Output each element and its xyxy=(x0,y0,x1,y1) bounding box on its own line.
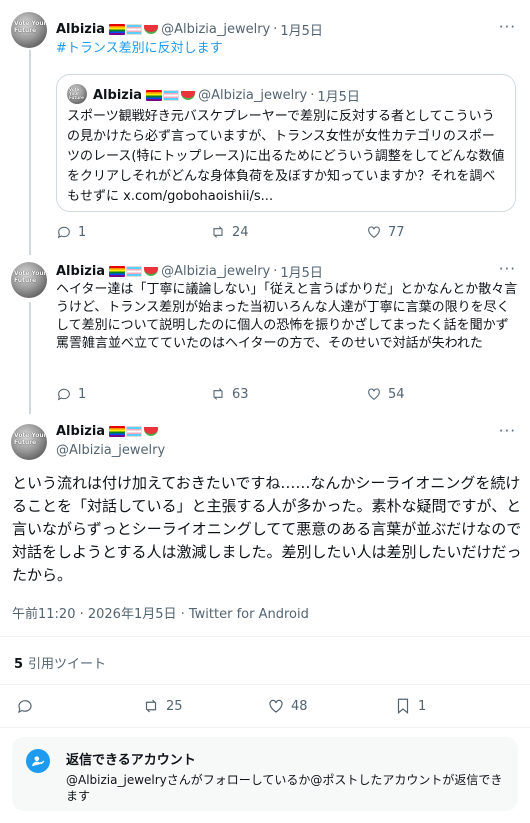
avatar: Vote Your Future xyxy=(67,84,87,104)
quoted-tweet[interactable]: Vote Your Future Albizia @Albizia_jewelr… xyxy=(56,74,516,212)
tweet-text: ヘイター達は「丁寧に議論しない」「従えと言うばかりだ」とかなんとか散々言うけど、… xyxy=(56,282,518,351)
avatar[interactable]: Vote Your Future xyxy=(11,424,47,460)
repost-button[interactable]: 24 xyxy=(210,224,249,240)
heart-icon xyxy=(368,388,380,400)
more-options-icon[interactable]: ··· xyxy=(499,422,516,440)
reply-restriction-notice: 返信できるアカウント @Albizia_jewelryさんがフォローしているか@… xyxy=(12,737,518,811)
name-emoji xyxy=(146,90,196,101)
bookmark-button[interactable]: 1 xyxy=(394,697,426,715)
reply-button[interactable]: 1 xyxy=(56,224,86,240)
author-name[interactable]: Albizia xyxy=(56,22,105,37)
heart-icon xyxy=(269,699,283,713)
thread-line xyxy=(29,50,31,255)
separator-dot: · xyxy=(273,22,278,37)
author-handle[interactable]: @Albizia_jewelry xyxy=(161,22,270,37)
like-count: 77 xyxy=(388,224,405,240)
thread-line xyxy=(29,302,31,414)
author-handle[interactable]: @Albizia_jewelry xyxy=(56,443,165,458)
more-options-icon[interactable]: ··· xyxy=(499,18,516,36)
repost-count: 63 xyxy=(232,386,249,402)
timestamp: 1月5日 xyxy=(317,90,360,105)
quote-tweets-link[interactable]: 5 引用ツイート xyxy=(14,653,106,672)
separator-dot: · xyxy=(310,88,315,103)
like-button[interactable]: 48 xyxy=(267,697,308,715)
reply-button[interactable] xyxy=(16,697,34,715)
reply-icon xyxy=(57,226,70,239)
reply-icon xyxy=(57,388,70,401)
repost-count: 24 xyxy=(232,224,249,240)
repost-button[interactable]: 63 xyxy=(210,386,249,402)
quoted-tweet-text: スポーツ観戦好き元バスケプレーヤーで差別に反対する者としてこういうの見かけたら必… xyxy=(67,109,505,204)
reply-restriction-description: @Albizia_jewelryさんがフォローしているか@ポストしたアカウントが… xyxy=(66,773,503,803)
avatar-text: Vote Your Future xyxy=(69,87,84,100)
tweet-meta[interactable]: 午前11:20 · 2026年1月5日 · Twitter for Androi… xyxy=(12,603,309,622)
timestamp[interactable]: 1月5日 xyxy=(280,262,323,281)
reply-button[interactable]: 1 xyxy=(56,386,86,402)
quote-count: 5 xyxy=(14,657,24,672)
name-emoji xyxy=(109,426,159,437)
reply-count: 1 xyxy=(78,224,87,240)
repost-icon xyxy=(145,699,157,713)
author-name: Albizia xyxy=(93,88,143,103)
author-handle: @Albizia_jewelry xyxy=(198,88,308,103)
author-handle[interactable]: @Albizia_jewelry xyxy=(161,264,270,279)
avatar-text: Vote Your Future xyxy=(14,20,47,34)
like-count: 48 xyxy=(291,698,308,714)
avatar[interactable]: Vote Your Future xyxy=(11,262,47,298)
separator-dot: · xyxy=(273,264,278,279)
quote-label: 引用ツイート xyxy=(28,657,107,672)
author-name[interactable]: Albizia xyxy=(56,424,105,439)
bookmark-count: 1 xyxy=(418,698,427,714)
like-count: 54 xyxy=(388,386,405,402)
user-check-icon xyxy=(26,749,50,773)
divider xyxy=(0,727,530,728)
heart-icon xyxy=(368,226,380,238)
name-emoji xyxy=(109,24,159,35)
divider xyxy=(0,636,530,637)
reply-icon xyxy=(18,700,32,714)
repost-button[interactable]: 25 xyxy=(142,697,183,715)
like-button[interactable]: 54 xyxy=(366,386,405,402)
author-name[interactable]: Albizia xyxy=(56,264,105,279)
repost-icon xyxy=(213,388,223,400)
repost-count: 25 xyxy=(166,698,183,714)
reply-count: 1 xyxy=(78,386,87,402)
divider xyxy=(0,684,530,685)
like-button[interactable]: 77 xyxy=(366,224,405,240)
reply-restriction-title: 返信できるアカウント xyxy=(66,753,196,768)
avatar[interactable]: Vote Your Future xyxy=(11,12,47,48)
name-emoji xyxy=(109,266,159,277)
repost-icon xyxy=(213,226,223,238)
avatar-text: Vote Your Future xyxy=(14,270,47,284)
tweet-text: という流れは付け加えておきたいですね……なんかシーライオニングを続けることを「対… xyxy=(12,474,522,584)
avatar-text: Vote Your Future xyxy=(14,432,47,446)
timestamp[interactable]: 1月5日 xyxy=(280,20,323,39)
bookmark-icon xyxy=(397,698,409,715)
hashtag-link[interactable]: #トランス差別に反対します xyxy=(56,40,223,58)
more-options-icon[interactable]: ··· xyxy=(499,260,516,278)
